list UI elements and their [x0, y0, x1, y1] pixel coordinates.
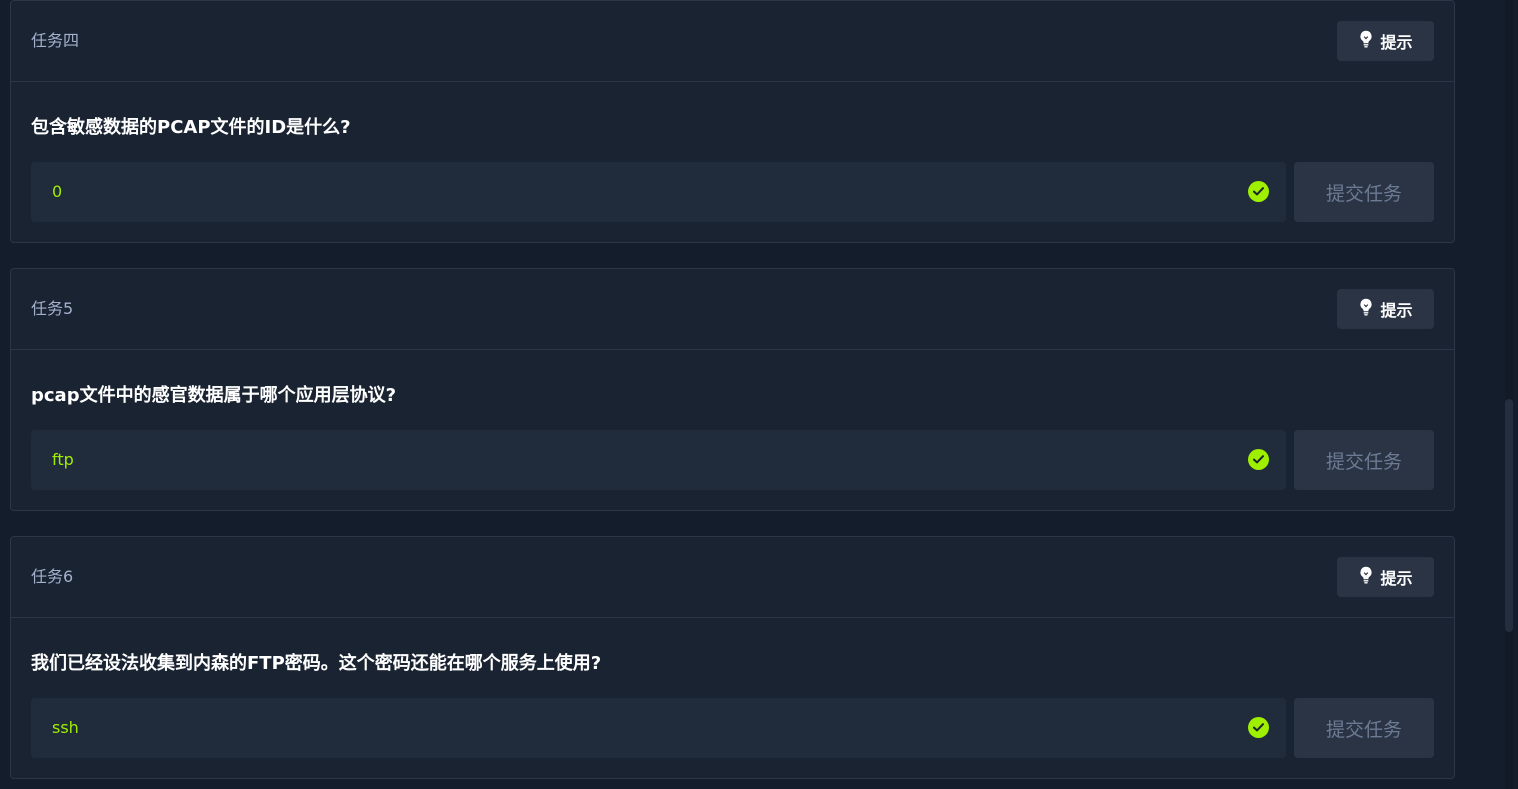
- hint-label: 提示: [1380, 569, 1413, 588]
- submit-task-button[interactable]: 提交任务: [1294, 162, 1434, 222]
- hint-label: 提示: [1380, 301, 1413, 320]
- lightbulb-icon: [1358, 566, 1374, 588]
- answer-input[interactable]: ftp: [31, 430, 1286, 490]
- task-question: 我们已经设法收集到内森的FTP密码。这个密码还能在哪个服务上使用?: [31, 653, 602, 674]
- task-question: 包含敏感数据的PCAP文件的ID是什么?: [31, 117, 351, 138]
- task-card-header: 任务6 提示: [11, 537, 1454, 618]
- submit-task-button[interactable]: 提交任务: [1294, 698, 1434, 758]
- task-title: 任务6: [31, 567, 74, 586]
- task-card-body: pcap文件中的感官数据属于哪个应用层协议? ftp 提交任务: [11, 350, 1454, 510]
- task-title: 任务5: [31, 299, 74, 318]
- scrollbar-thumb[interactable]: [1505, 399, 1513, 632]
- lightbulb-icon: [1358, 298, 1374, 320]
- task-title: 任务四: [31, 31, 80, 50]
- hint-button[interactable]: 提示: [1337, 289, 1434, 329]
- task-question: pcap文件中的感官数据属于哪个应用层协议?: [31, 385, 397, 406]
- task-card-header: 任务5 提示: [11, 269, 1454, 350]
- task-list: 任务四 提示 包含敏感数据的PCAP文件的ID是什么? 0 提交任务 任务5 提…: [0, 0, 1476, 789]
- submit-task-button[interactable]: 提交任务: [1294, 430, 1434, 490]
- answer-input[interactable]: ssh: [31, 698, 1286, 758]
- answer-value: ssh: [52, 718, 79, 737]
- check-circle-icon: [1248, 717, 1269, 738]
- task-card-body: 我们已经设法收集到内森的FTP密码。这个密码还能在哪个服务上使用? ssh 提交…: [11, 618, 1454, 778]
- task-card-5: 任务5 提示 pcap文件中的感官数据属于哪个应用层协议? ftp 提交任务: [10, 268, 1455, 511]
- hint-label: 提示: [1380, 33, 1413, 52]
- scrollbar-track[interactable]: [1505, 0, 1513, 789]
- hint-button[interactable]: 提示: [1337, 21, 1434, 61]
- answer-value: ftp: [52, 450, 74, 469]
- answer-value: 0: [52, 182, 63, 201]
- task-card-body: 包含敏感数据的PCAP文件的ID是什么? 0 提交任务: [11, 82, 1454, 242]
- task-card-header: 任务四 提示: [11, 1, 1454, 82]
- task-card-6: 任务6 提示 我们已经设法收集到内森的FTP密码。这个密码还能在哪个服务上使用?…: [10, 536, 1455, 779]
- task-card-4: 任务四 提示 包含敏感数据的PCAP文件的ID是什么? 0 提交任务: [10, 0, 1455, 243]
- hint-button[interactable]: 提示: [1337, 557, 1434, 597]
- check-circle-icon: [1248, 181, 1269, 202]
- lightbulb-icon: [1358, 30, 1374, 52]
- check-circle-icon: [1248, 449, 1269, 470]
- answer-input[interactable]: 0: [31, 162, 1286, 222]
